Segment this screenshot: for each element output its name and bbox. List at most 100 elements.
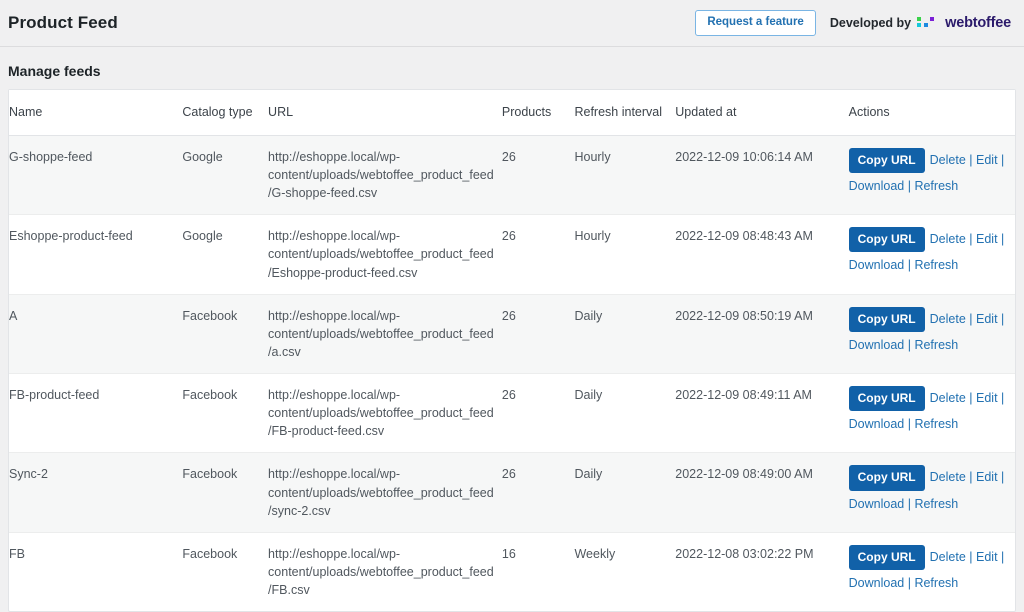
edit-link[interactable]: Edit: [976, 312, 998, 326]
cell-name: Sync-2: [9, 452, 183, 533]
delete-link[interactable]: Delete: [930, 470, 966, 484]
webtoffee-squares-icon: [917, 16, 941, 30]
column-header-name: Name: [9, 90, 183, 136]
cell-name: FB: [9, 546, 25, 561]
table-header-row: Name Catalog type URL Products Refresh i…: [9, 90, 1015, 136]
cell-updated-at: 2022-12-09 08:49:11 AM: [675, 373, 849, 454]
copy-url-button[interactable]: Copy URL: [848, 544, 925, 570]
cell-refresh-interval: Weekly: [574, 546, 616, 561]
action-separator: |: [1001, 470, 1005, 485]
cell-catalog-type: Facebook: [182, 546, 238, 561]
column-header-products: Products: [501, 90, 575, 136]
action-separator: |: [969, 152, 973, 167]
action-separator: |: [969, 390, 973, 405]
refresh-link[interactable]: Refresh: [914, 576, 958, 590]
actions-second-line: Download | Refresh: [849, 256, 1007, 274]
cell-updated-at: 2022-12-08 03:02:22 PM: [675, 546, 814, 561]
delete-link[interactable]: Delete: [930, 153, 966, 167]
cell-name: FB-product-feed: [9, 373, 183, 454]
delete-link[interactable]: Delete: [930, 391, 966, 405]
download-link[interactable]: Download: [849, 576, 905, 590]
download-link[interactable]: Download: [849, 497, 905, 511]
column-header-actions: Actions: [848, 90, 1015, 136]
copy-url-button[interactable]: Copy URL: [848, 386, 925, 412]
edit-link[interactable]: Edit: [976, 550, 998, 564]
column-header-refresh-interval: Refresh interval: [574, 90, 676, 136]
cell-name: A: [9, 294, 183, 375]
cell-url: http://eshoppe.local/wp-content/uploads/…: [268, 546, 494, 597]
cell-url: http://eshoppe.local/wp-content/uploads/…: [268, 214, 502, 295]
copy-url-button[interactable]: Copy URL: [848, 465, 925, 491]
page-header: Product Feed Request a feature Developed…: [0, 0, 1024, 47]
cell-updated-at: 2022-12-09 08:49:00 AM: [675, 452, 849, 533]
delete-link[interactable]: Delete: [930, 550, 966, 564]
table-row: G-shoppe-feed Google http://eshoppe.local/…: [9, 135, 1015, 216]
delete-link[interactable]: Delete: [930, 232, 966, 246]
feeds-table-header: Name Catalog type URL Products Refresh i…: [9, 90, 1015, 136]
feeds-table-container: Name Catalog type URL Products Refresh i…: [8, 89, 1016, 612]
table-row: FB Facebook http://eshoppe.local/wp-conten…: [9, 532, 1015, 611]
cell-actions: Copy URL Delete | Edit | Download | Refres…: [848, 294, 1015, 375]
cell-url: http://eshoppe.local/wp-content/uploads/…: [268, 452, 502, 533]
action-separator: |: [969, 232, 973, 247]
download-link[interactable]: Download: [849, 179, 905, 193]
edit-link[interactable]: Edit: [976, 232, 998, 246]
table-row: Eshoppe-product-feed Google http://eshoppe…: [9, 214, 1015, 295]
cell-actions: Copy URL Delete | Edit | Download | Refres…: [848, 452, 1015, 533]
actions-second-line: Download | Refresh: [849, 336, 1007, 354]
actions-second-line: Download | Refresh: [849, 415, 1007, 433]
cell-refresh-interval: Hourly: [574, 214, 676, 295]
refresh-link[interactable]: Refresh: [914, 179, 958, 193]
delete-link[interactable]: Delete: [930, 312, 966, 326]
action-separator: |: [1001, 232, 1005, 247]
refresh-link[interactable]: Refresh: [914, 417, 958, 431]
action-separator: |: [1001, 311, 1005, 326]
cell-actions: Copy URL Delete | Edit | Download | Refres…: [848, 373, 1015, 454]
action-separator: |: [907, 496, 911, 511]
download-link[interactable]: Download: [849, 338, 905, 352]
action-separator: |: [907, 417, 911, 432]
webtoffee-wordmark: webtoffee: [945, 14, 1011, 31]
download-link[interactable]: Download: [849, 417, 905, 431]
action-separator: |: [907, 258, 911, 273]
action-separator: |: [1001, 549, 1005, 564]
cell-products: 26: [501, 452, 575, 533]
table-row: FB-product-feed Facebook http://eshoppe.lo…: [9, 373, 1015, 454]
edit-link[interactable]: Edit: [976, 470, 998, 484]
request-a-feature-button[interactable]: Request a feature: [695, 9, 816, 37]
cell-refresh-interval: Daily: [574, 294, 676, 375]
action-separator: |: [1001, 152, 1005, 167]
developed-by-label: Developed by: [829, 15, 912, 30]
cell-url: http://eshoppe.local/wp-content/uploads/…: [268, 135, 502, 216]
action-separator: |: [907, 179, 911, 194]
refresh-link[interactable]: Refresh: [914, 258, 958, 272]
copy-url-button[interactable]: Copy URL: [848, 147, 925, 174]
copy-url-button[interactable]: Copy URL: [848, 306, 925, 332]
cell-catalog-type: Facebook: [182, 452, 269, 533]
actions-second-line: Download | Refresh: [849, 495, 1007, 513]
action-separator: |: [907, 575, 911, 590]
download-link[interactable]: Download: [849, 258, 905, 272]
cell-updated-at: 2022-12-09 10:06:14 AM: [675, 135, 849, 216]
edit-link[interactable]: Edit: [976, 391, 998, 405]
actions-second-line: Download | Refresh: [849, 177, 1007, 195]
copy-url-button[interactable]: Copy URL: [848, 227, 925, 253]
refresh-link[interactable]: Refresh: [914, 497, 958, 511]
refresh-link[interactable]: Refresh: [914, 338, 958, 352]
cell-products: 26: [501, 373, 575, 454]
cell-refresh-interval: Daily: [574, 373, 676, 454]
feeds-table-body: G-shoppe-feed Google http://eshoppe.local/…: [9, 135, 1015, 611]
action-separator: |: [907, 337, 911, 352]
cell-products: 26: [501, 294, 575, 375]
column-header-updated-at: Updated at: [675, 90, 849, 136]
cell-products: 16: [501, 546, 516, 561]
feeds-table: Name Catalog type URL Products Refresh i…: [9, 90, 1015, 611]
developed-by-credit: Developed by webtoffee: [830, 15, 1011, 31]
cell-updated-at: 2022-12-09 08:48:43 AM: [675, 214, 849, 295]
edit-link[interactable]: Edit: [976, 153, 998, 167]
cell-products: 26: [501, 135, 575, 216]
cell-name: G-shoppe-feed: [9, 135, 183, 216]
manage-feeds-heading: Manage feeds: [8, 63, 101, 79]
cell-actions: Copy URL Delete | Edit | Download | Refres…: [848, 135, 1015, 216]
cell-updated-at: 2022-12-09 08:50:19 AM: [675, 294, 849, 375]
